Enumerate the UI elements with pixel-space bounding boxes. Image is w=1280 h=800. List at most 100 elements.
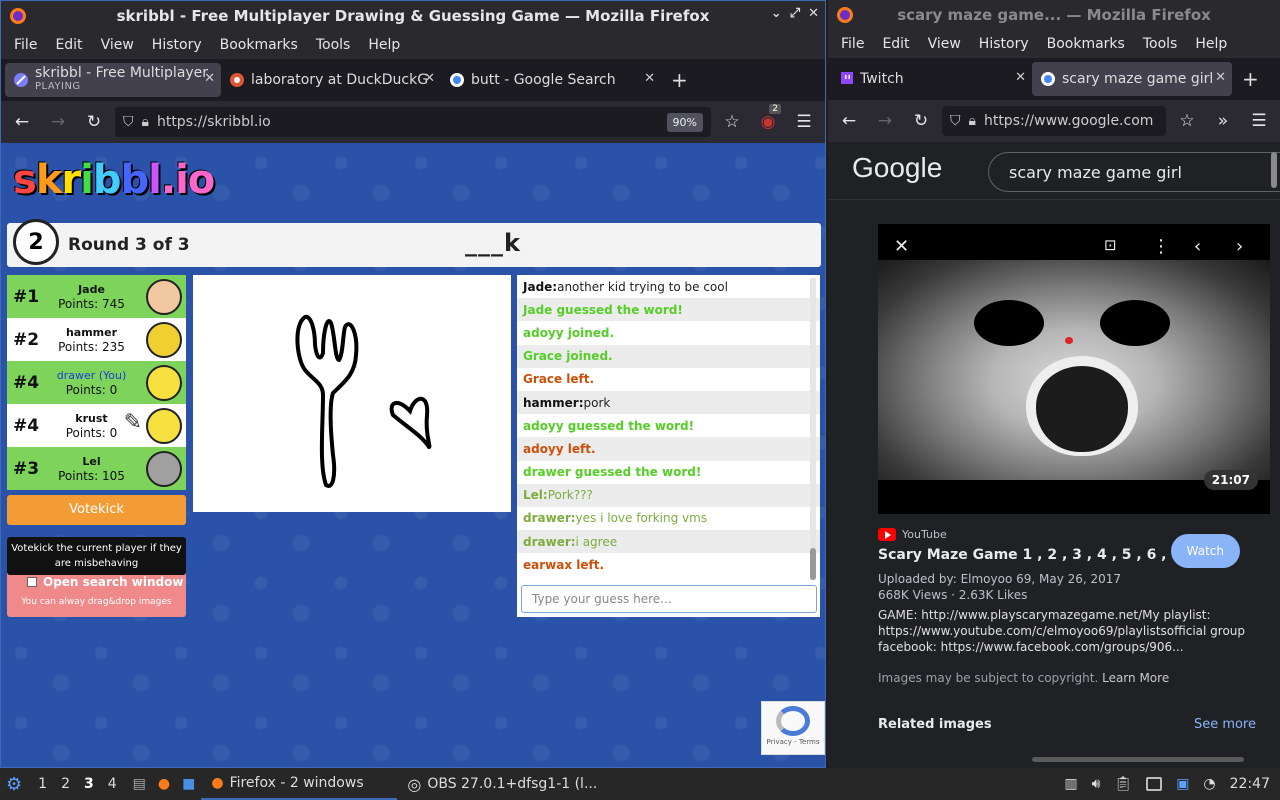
url-bar[interactable]: ⛉ 🔒︎ https://www.google.com (942, 106, 1166, 136)
google-logo[interactable]: Google (852, 152, 942, 184)
guess-input[interactable]: Type your guess here... (521, 585, 817, 613)
player-row[interactable]: #3 Lel Points: 105 (7, 447, 186, 490)
titlebar: scary maze game... — Mozilla Firefox (828, 0, 1280, 30)
url-text: https://skribbl.io (156, 114, 271, 130)
player-row[interactable]: #4 drawer (You) Points: 0 (7, 361, 186, 404)
extension-icon[interactable]: ◉ 2 (753, 104, 783, 132)
workspace-switcher: 1 2 3 4 (28, 768, 127, 800)
player-name: Jade (78, 282, 105, 296)
lock-icon[interactable]: 🔒︎ (969, 113, 976, 129)
workspace-2[interactable]: 2 (61, 776, 70, 792)
workspace-3[interactable]: 3 (84, 776, 94, 792)
preview-image[interactable]: ✕ ⊡ ⋮ ‹ › 21:07 (878, 224, 1270, 514)
drawing-canvas[interactable] (193, 275, 511, 512)
open-search-checkbox[interactable]: Open search window (27, 575, 183, 589)
tab-close-icon[interactable]: ✕ (204, 71, 215, 86)
update-icon[interactable]: ▣ (1176, 776, 1189, 792)
volume-icon[interactable]: 🔊︎ (1092, 776, 1101, 792)
lens-icon[interactable]: ⊡ (1104, 236, 1117, 254)
tab-google-scary[interactable]: scary maze game girl ✕ (1032, 62, 1232, 96)
chevron-right-icon[interactable]: › (1236, 236, 1243, 257)
shield-icon[interactable]: ⛉ (123, 114, 134, 130)
hamburger-menu-icon[interactable]: ☰ (1244, 111, 1274, 131)
menu-history[interactable]: History (143, 37, 211, 53)
menu-view[interactable]: View (919, 36, 970, 52)
tab-twitch[interactable]: Twitch ✕ (832, 62, 1032, 96)
tab-close-icon[interactable]: ✕ (1015, 70, 1026, 85)
search-input[interactable]: scary maze game girl (988, 152, 1280, 192)
lock-icon[interactable]: 🔒︎ (142, 114, 149, 130)
chevron-left-icon[interactable]: ‹ (1194, 236, 1201, 257)
menu-edit[interactable]: Edit (873, 36, 918, 52)
tab-duckduckgo[interactable]: laboratory at DuckDuckG ✕ (221, 63, 441, 97)
taskbar-firefox-window[interactable]: ● Firefox - 2 windows (201, 768, 398, 800)
firefox-icon (837, 7, 853, 23)
tab-close-icon[interactable]: ✕ (644, 71, 655, 86)
new-tab-icon[interactable]: + (661, 68, 698, 92)
reload-icon[interactable]: ↻ (906, 111, 936, 131)
maximize-icon[interactable]: ⤢ (790, 6, 800, 21)
twitch-icon (841, 72, 853, 84)
learn-more-link[interactable]: Learn More (1102, 671, 1169, 685)
chat-panel: Jade: another kid trying to be cool Jade … (517, 275, 820, 617)
network-icon[interactable]: ◔ (1203, 776, 1215, 792)
start-menu-icon[interactable]: ⚙︎ (0, 768, 28, 800)
bookmark-star-icon[interactable]: ☆ (1172, 111, 1202, 131)
trash-icon[interactable]: ▥ (1064, 776, 1077, 792)
menu-tools[interactable]: Tools (307, 37, 360, 53)
shield-icon[interactable]: ⛉ (950, 113, 961, 129)
forward-icon[interactable]: → (870, 111, 900, 131)
close-icon[interactable]: ✕ (808, 6, 819, 21)
scary-face-image (878, 260, 1270, 480)
chat-author: Jade: (523, 279, 558, 294)
menu-file[interactable]: File (5, 37, 46, 53)
see-more-link[interactable]: See more (1194, 717, 1280, 732)
back-icon[interactable]: ← (7, 112, 37, 132)
player-row[interactable]: #4 krust Points: 0 ✎ (7, 404, 186, 447)
firefox-launcher-icon[interactable]: ● (152, 768, 176, 800)
taskbar-obs-window[interactable]: ◎ OBS 27.0.1+dfsg1-1 (l... (397, 768, 607, 800)
checkbox[interactable] (27, 577, 37, 587)
workspace-1[interactable]: 1 (38, 776, 47, 792)
hamburger-menu-icon[interactable]: ☰ (789, 112, 819, 132)
file-manager-icon[interactable]: ▤ (127, 768, 152, 800)
watch-button[interactable]: Watch (1170, 534, 1240, 568)
menu-view[interactable]: View (92, 37, 143, 53)
workspace-4[interactable]: 4 (108, 776, 117, 792)
tab-close-icon[interactable]: ✕ (424, 71, 435, 86)
display-icon[interactable] (1146, 777, 1163, 791)
bookmark-star-icon[interactable]: ☆ (717, 112, 747, 132)
menu-bookmarks[interactable]: Bookmarks (211, 37, 307, 53)
back-icon[interactable]: ← (834, 111, 864, 131)
player-row[interactable]: #1 Jade Points: 745 (7, 275, 186, 318)
close-icon[interactable]: ✕ (894, 236, 909, 257)
new-tab-icon[interactable]: + (1232, 67, 1269, 91)
recaptcha-badge[interactable]: Privacy - Terms (761, 701, 825, 755)
menu-help[interactable]: Help (1186, 36, 1236, 52)
reload-icon[interactable]: ↻ (79, 112, 109, 132)
clipboard-icon[interactable]: 📋︎ (1114, 776, 1132, 792)
menu-help[interactable]: Help (359, 37, 409, 53)
menu-history[interactable]: History (970, 36, 1038, 52)
zoom-level[interactable]: 90% (666, 112, 703, 132)
menu-edit[interactable]: Edit (46, 37, 91, 53)
more-vert-icon[interactable]: ⋮ (1152, 236, 1170, 257)
overflow-chevron-icon[interactable]: » (1208, 111, 1238, 131)
files-launcher-icon[interactable]: ■ (176, 768, 201, 800)
recaptcha-text[interactable]: Privacy - Terms (767, 738, 820, 746)
player-row[interactable]: #2 hammer Points: 235 (7, 318, 186, 361)
url-bar[interactable]: ⛉ 🔒︎ https://skribbl.io 90% (115, 107, 711, 137)
menu-bookmarks[interactable]: Bookmarks (1038, 36, 1134, 52)
horizontal-scrollbar[interactable] (1032, 757, 1244, 762)
forward-icon[interactable]: → (43, 112, 73, 132)
votekick-button[interactable]: Votekick (7, 495, 186, 525)
tab-close-icon[interactable]: ✕ (1215, 70, 1226, 85)
minimize-icon[interactable]: ⌄ (771, 6, 782, 21)
menu-tools[interactable]: Tools (1134, 36, 1187, 52)
scrollbar-thumb[interactable] (810, 548, 816, 580)
tab-skribbl[interactable]: skribbl - Free Multiplayer PLAYING ✕ (5, 63, 221, 97)
chat-scrollbar[interactable] (810, 278, 816, 580)
tab-google-butt[interactable]: butt - Google Search ✕ (441, 63, 661, 97)
page-scrollbar[interactable] (1271, 152, 1277, 188)
menu-file[interactable]: File (832, 36, 873, 52)
